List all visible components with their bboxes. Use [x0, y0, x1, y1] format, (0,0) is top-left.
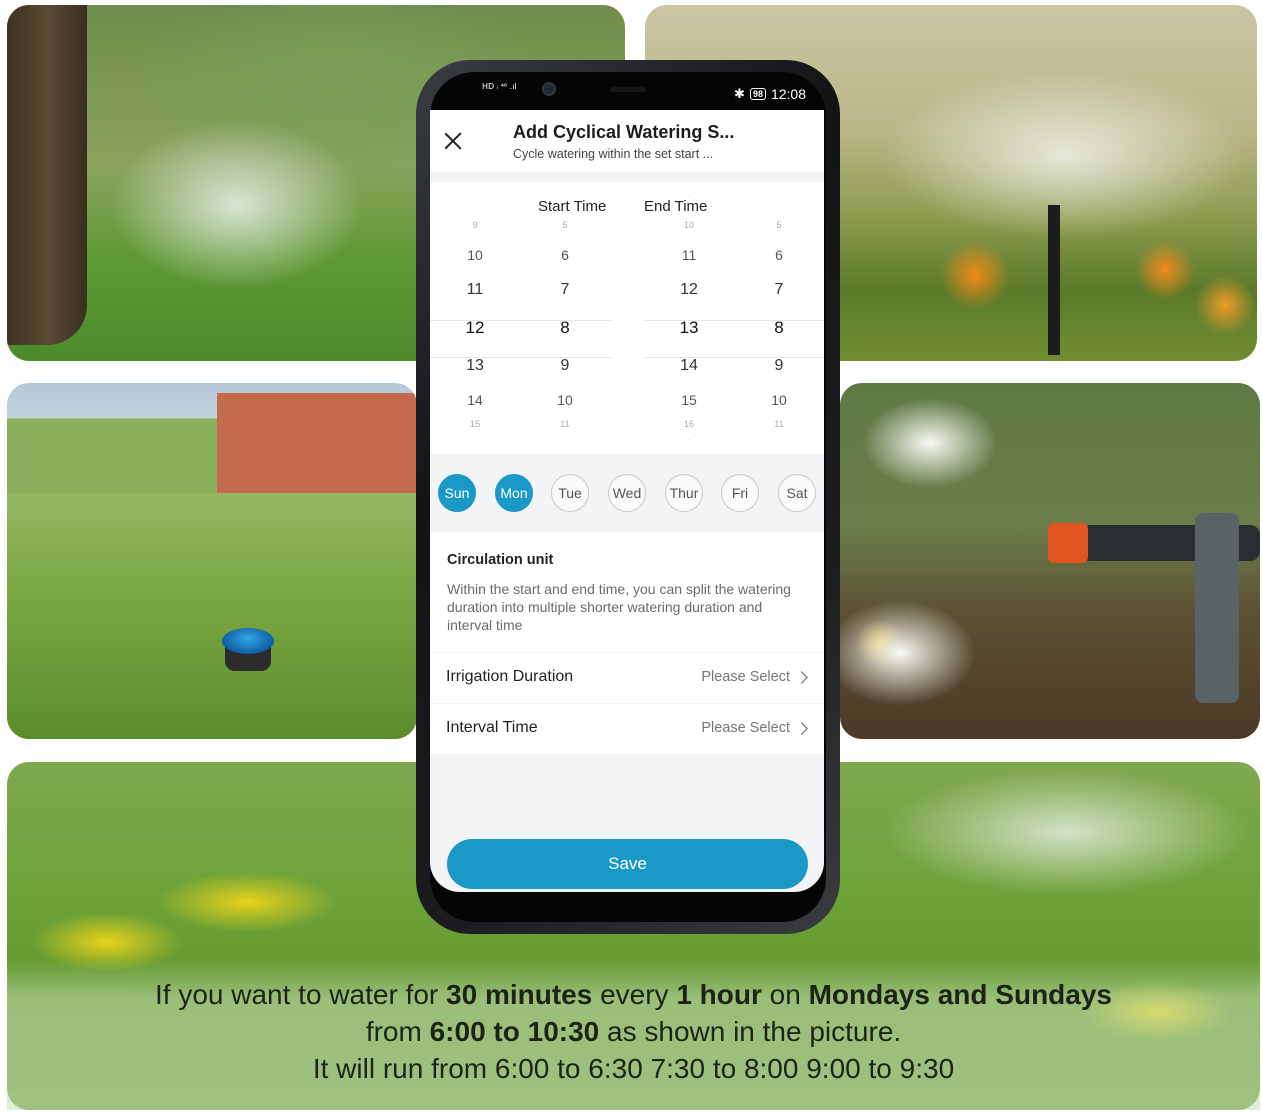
wheel-item[interactable]: 9 [435, 220, 515, 230]
wheel-item[interactable]: - [435, 194, 515, 200]
wheel-item[interactable]: 11 [739, 419, 819, 429]
caption-text: as shown in the picture. [599, 1016, 902, 1047]
end-minute-wheel[interactable]: - 5 6 7 8 9 10 11 - [739, 182, 819, 454]
interval-time-label: Interval Time [446, 719, 538, 736]
wheel-item[interactable]: 10 [649, 220, 729, 230]
wheel-item[interactable]: - [435, 437, 515, 443]
day-fri[interactable]: Fri [721, 474, 759, 512]
wheel-item[interactable]: 16 [649, 419, 729, 429]
camera-icon [542, 82, 556, 96]
wheel-item[interactable]: - [525, 437, 605, 443]
wheel-item[interactable]: 15 [435, 419, 515, 429]
wheel-item[interactable]: 9 [739, 357, 819, 375]
wheel-item[interactable]: 11 [649, 247, 729, 263]
tree-trunk [7, 5, 87, 345]
wheel-item[interactable]: 10 [739, 392, 819, 408]
start-minute-wheel[interactable]: - 5 6 7 8 9 10 11 - [525, 182, 605, 454]
battery-icon: 98 [749, 88, 766, 100]
sprinkler-head [222, 628, 274, 654]
day-sun[interactable]: Sun [438, 474, 476, 512]
chevron-right-icon [795, 722, 808, 735]
caption-text: If you want to water for [154, 979, 447, 1010]
drip-nozzle [1048, 523, 1088, 563]
wheel-item[interactable]: 8 [525, 318, 605, 338]
status-bar: HD ᵢ ⁴⁶ .ıl ✱ 98 12:08 [430, 78, 824, 108]
caption-bold: 6:00 to 10:30 [429, 1016, 600, 1047]
interval-time-row[interactable]: Interval Time Please Select [430, 704, 824, 754]
day-wed[interactable]: Wed [608, 474, 646, 512]
caption-bold: 30 minutes [446, 979, 593, 1010]
header: Add Cyclical Watering S... Cycle waterin… [430, 110, 824, 172]
caption: If you want to water for 30 minutes ever… [7, 960, 1260, 1110]
building [217, 393, 417, 493]
wheel-item[interactable]: 6 [739, 247, 819, 263]
time-picker: Start Time End Time -9 10 11 12 13 14 15- -567… [430, 182, 824, 454]
chevron-right-icon [795, 671, 808, 684]
day-mon[interactable]: Mon [495, 474, 533, 512]
app-screen: Add Cyclical Watering S... Cycle waterin… [430, 110, 824, 892]
wheel-item[interactable]: 14 [649, 357, 729, 375]
caption-line-3: It will run from 6:00 to 6:30 7:30 to 8:… [312, 1053, 955, 1084]
wheel-item[interactable]: 12 [435, 318, 515, 338]
speaker-grille [610, 87, 646, 92]
day-sat[interactable]: Sat [778, 474, 816, 512]
drip-stake [1195, 513, 1239, 703]
lawn [7, 493, 417, 739]
wheel-item[interactable]: 12 [649, 281, 729, 299]
save-button[interactable]: Save [447, 839, 808, 889]
weekday-selector: Sun Mon Tue Wed Thur Fri Sat [430, 456, 824, 526]
signal-indicators: HD ᵢ ⁴⁶ .ıl [482, 82, 517, 91]
interval-time-value: Please Select [701, 720, 790, 736]
bluetooth-icon: ✱ [734, 86, 745, 101]
irrigation-duration-value: Please Select [701, 669, 790, 685]
wheel-item[interactable]: 9 [525, 357, 605, 375]
wheel-item[interactable]: 15 [649, 392, 729, 408]
wheel-item[interactable]: - [649, 194, 729, 200]
wheel-item[interactable]: 13 [435, 357, 515, 375]
wheel-item[interactable]: 7 [739, 281, 819, 299]
caption-line-2: from 6:00 to 10:30 as shown in the pictu… [7, 1013, 1260, 1050]
caption-bold: 1 hour [676, 979, 762, 1010]
wheel-item[interactable]: 7 [525, 281, 605, 299]
circulation-section: Circulation unit Within the start and en… [430, 532, 824, 652]
day-tue[interactable]: Tue [551, 474, 589, 512]
wheel-item[interactable]: 11 [435, 281, 515, 299]
circulation-description: Within the start and end time, you can s… [447, 581, 791, 633]
wheel-item[interactable]: 5 [525, 220, 605, 230]
wheel-item[interactable]: 6 [525, 247, 605, 263]
wheel-item[interactable]: 10 [435, 247, 515, 263]
wheel-item[interactable]: - [739, 437, 819, 443]
clock: 12:08 [770, 86, 806, 102]
circulation-title: Circulation unit [447, 552, 554, 568]
page-subtitle: Cycle watering within the set start ... [513, 147, 714, 161]
page-title: Add Cyclical Watering S... [513, 122, 735, 142]
close-icon[interactable] [442, 130, 464, 152]
caption-text: from [365, 1016, 430, 1047]
caption-line-1: If you want to water for 30 minutes ever… [7, 976, 1260, 1013]
wheel-item[interactable]: 14 [435, 392, 515, 408]
caption-bold: Mondays and Sundays [808, 979, 1112, 1010]
wheel-item[interactable]: 8 [739, 318, 819, 338]
product-image: If you want to water for 30 minutes ever… [0, 0, 1262, 1113]
status-right: ✱ 98 12:08 [734, 86, 806, 102]
caption-text: every [592, 979, 677, 1010]
wheel-item[interactable]: - [739, 194, 819, 200]
irrigation-duration-row[interactable]: Irrigation Duration Please Select [430, 653, 824, 703]
caption-text: on [761, 979, 809, 1010]
end-hour-wheel[interactable]: - 10 11 12 13 14 15 16 - [649, 182, 729, 454]
wheel-item[interactable]: 13 [649, 318, 729, 338]
photo-lawn-sprinkler [7, 383, 417, 739]
wheel-item[interactable]: - [525, 194, 605, 200]
wheel-item[interactable]: 5 [739, 220, 819, 230]
irrigation-duration-label: Irrigation Duration [446, 668, 574, 685]
wheel-item[interactable]: 11 [525, 419, 605, 429]
start-hour-wheel[interactable]: - 9 10 11 12 13 14 15 - [435, 182, 515, 454]
wheel-item[interactable]: - [649, 437, 729, 443]
wheel-item[interactable]: 10 [525, 392, 605, 408]
day-thur[interactable]: Thur [665, 474, 703, 512]
photo-drip-emitter [840, 383, 1260, 739]
sprinkler-stake [1048, 205, 1060, 355]
